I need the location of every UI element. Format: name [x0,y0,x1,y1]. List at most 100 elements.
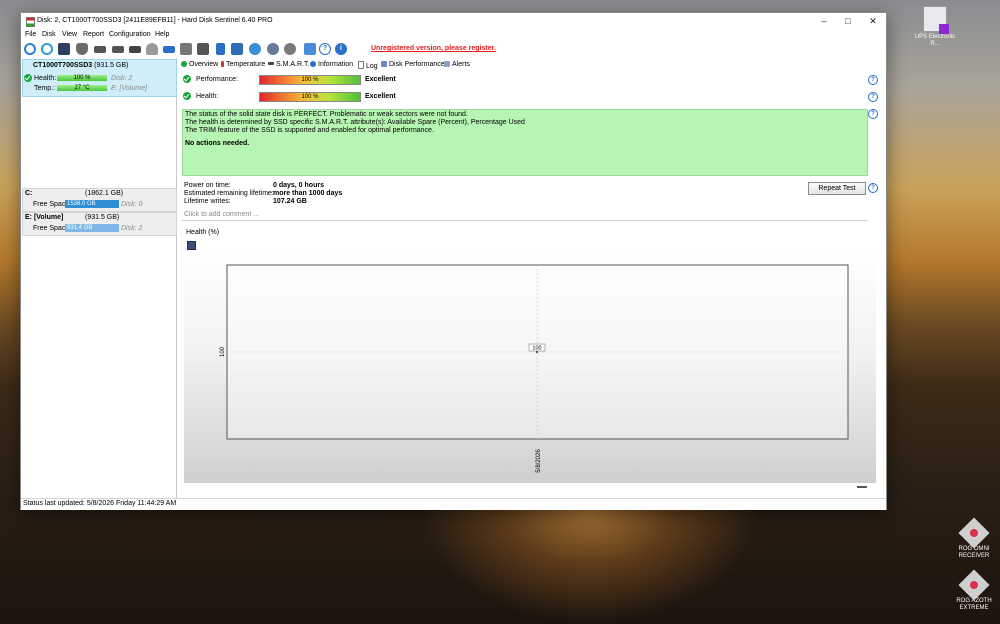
menu-help[interactable]: Help [155,31,169,38]
refresh-icon[interactable] [24,43,36,55]
info-icon [310,61,316,67]
free-space-label: Free Space [33,201,70,208]
performance-row: Performance: 100 % Excellent [181,73,871,87]
rog-omni-icon [958,517,990,549]
ups-app-icon [923,6,949,34]
disk-model: CT1000T700SSD3 [33,62,93,69]
help-icon[interactable]: ? [319,43,331,55]
repeat-help-icon[interactable]: ? [868,183,878,193]
left-health-bar: 100 % [57,75,107,81]
desktop-icon-label: UPS Electronic R... [914,34,956,47]
minimize-button[interactable]: – [812,13,836,30]
app-window: Disk: 2, CT1000T700SSD3 [2411E89EFB11] -… [20,12,887,510]
options-icon[interactable] [267,43,279,55]
menu-bar: File Disk View Report Configuration Help [21,30,886,41]
status-help-icon[interactable]: ? [868,109,878,119]
health-ok-icon [183,92,191,100]
window-title: Disk: 2, CT1000T700SSD3 [2411E89EFB11] -… [37,17,273,24]
desktop-icon-rog-omni[interactable]: ROG OMNI RECEIVER [952,517,996,560]
desktop-icon-rog-azoth[interactable]: ROG AZOTH EXTREME [952,569,996,612]
chart-scroll-handle[interactable] [857,486,867,488]
toolbar: ? i Unregistered version, please registe… [21,41,886,58]
register-link[interactable]: Unregistered version, please register. [371,45,496,52]
left-health-disk: Disk: 2 [111,75,133,82]
disk-eject-icon[interactable] [163,46,175,53]
volume-name: E: [Volume] [25,214,64,221]
thermometer-icon [221,61,224,67]
tab-log[interactable]: Log [358,61,378,70]
info-icon[interactable]: i [335,43,347,55]
health-label: Health: [196,93,219,100]
disk-tool-icon[interactable] [94,46,106,53]
desktop-icon-ups[interactable]: UPS Electronic R... [914,6,956,48]
disk-name: CT1000T700SSD3 (931.5 GB) [33,62,128,69]
volume-c[interactable]: C: (1862.1 GB) Free Space 1538.0 GB Disk… [22,188,177,212]
performance-label: Performance: [196,76,239,83]
smart-icon [268,62,274,65]
tab-disk-performance[interactable]: Disk Performance [381,61,445,68]
maximize-button[interactable]: □ [836,13,860,30]
camera-icon[interactable] [304,43,316,55]
report-icon[interactable] [216,43,225,55]
check-icon [181,61,187,67]
tab-alerts[interactable]: Alerts [444,61,470,68]
refresh-all-icon[interactable] [41,43,53,55]
tab-temperature[interactable]: Temperature [221,61,265,68]
volume-size: (931.5 GB) [85,214,120,221]
x-tick-label: 5/8/2026 [536,449,542,473]
disk-icon[interactable] [76,43,88,55]
repeat-test-button[interactable]: Repeat Test [808,182,866,195]
performance-icon [381,61,387,67]
comment-field[interactable]: Click to add comment ... [182,210,868,221]
health-chart: 100 5/8/2026 100 [220,264,849,473]
options-alt-icon[interactable] [284,43,296,55]
left-health-label: Health: [34,75,57,82]
disk-export-icon[interactable] [197,43,209,55]
save-icon[interactable] [187,241,196,250]
power-on-value: 0 days, 0 hours [273,182,324,189]
health-row: Health: 100 % Excellent [181,90,871,104]
status-line: The health is determined by SSD specific… [185,119,525,126]
left-temp-volume: E: [Volume] [111,85,147,92]
y-tick-label: 100 [220,346,226,357]
rog-azoth-icon [958,569,990,601]
volume-disk: Disk: 0 [121,201,143,208]
disk-settings-icon[interactable] [180,43,192,55]
chart-title: Health (%) [186,229,220,236]
disk-test-icon[interactable] [112,46,124,53]
menu-file[interactable]: File [25,31,36,38]
close-button[interactable]: ✕ [861,13,885,30]
health-help-icon[interactable]: ? [868,92,878,102]
free-space-bar: 931.4 GB [65,224,119,232]
menu-report[interactable]: Report [83,31,104,38]
disk-search-icon[interactable] [129,46,141,53]
menu-configuration[interactable]: Configuration [109,31,151,38]
disk-info-icon[interactable] [58,43,70,55]
tab-information[interactable]: Information [310,61,353,68]
volume-size: (1862.1 GB) [85,190,124,197]
health-ok-icon [24,74,32,82]
free-space-label: Free Space [33,225,70,232]
health-value: Excellent [365,93,396,100]
disk-gray-icon[interactable] [146,43,158,55]
disk-capacity: (931.5 GB) [94,62,129,69]
tab-smart[interactable]: S.M.A.R.T. [268,61,309,68]
left-temp-bar: 27 °C [57,85,107,91]
email-icon[interactable] [231,43,243,55]
tab-overview[interactable]: Overview [181,61,218,68]
volume-e[interactable]: E: [Volume] (931.5 GB) Free Space 931.4 … [22,212,177,236]
volume-disk: Disk: 2 [121,225,143,232]
title-bar[interactable]: Disk: 2, CT1000T700SSD3 [2411E89EFB11] -… [21,13,886,30]
performance-bar: 100 % [259,75,361,85]
performance-value: Excellent [365,76,396,83]
network-icon[interactable] [249,43,261,55]
log-icon [358,61,364,69]
writes-value: 107.24 GB [273,198,307,205]
menu-disk[interactable]: Disk [42,31,56,38]
disk-entry-selected[interactable]: CT1000T700SSD3 (931.5 GB) Health: 100 % … [22,59,177,97]
menu-view[interactable]: View [62,31,77,38]
health-bar: 100 % [259,92,361,102]
app-flag-icon [26,17,35,27]
alerts-icon [444,61,450,67]
performance-help-icon[interactable]: ? [868,75,878,85]
